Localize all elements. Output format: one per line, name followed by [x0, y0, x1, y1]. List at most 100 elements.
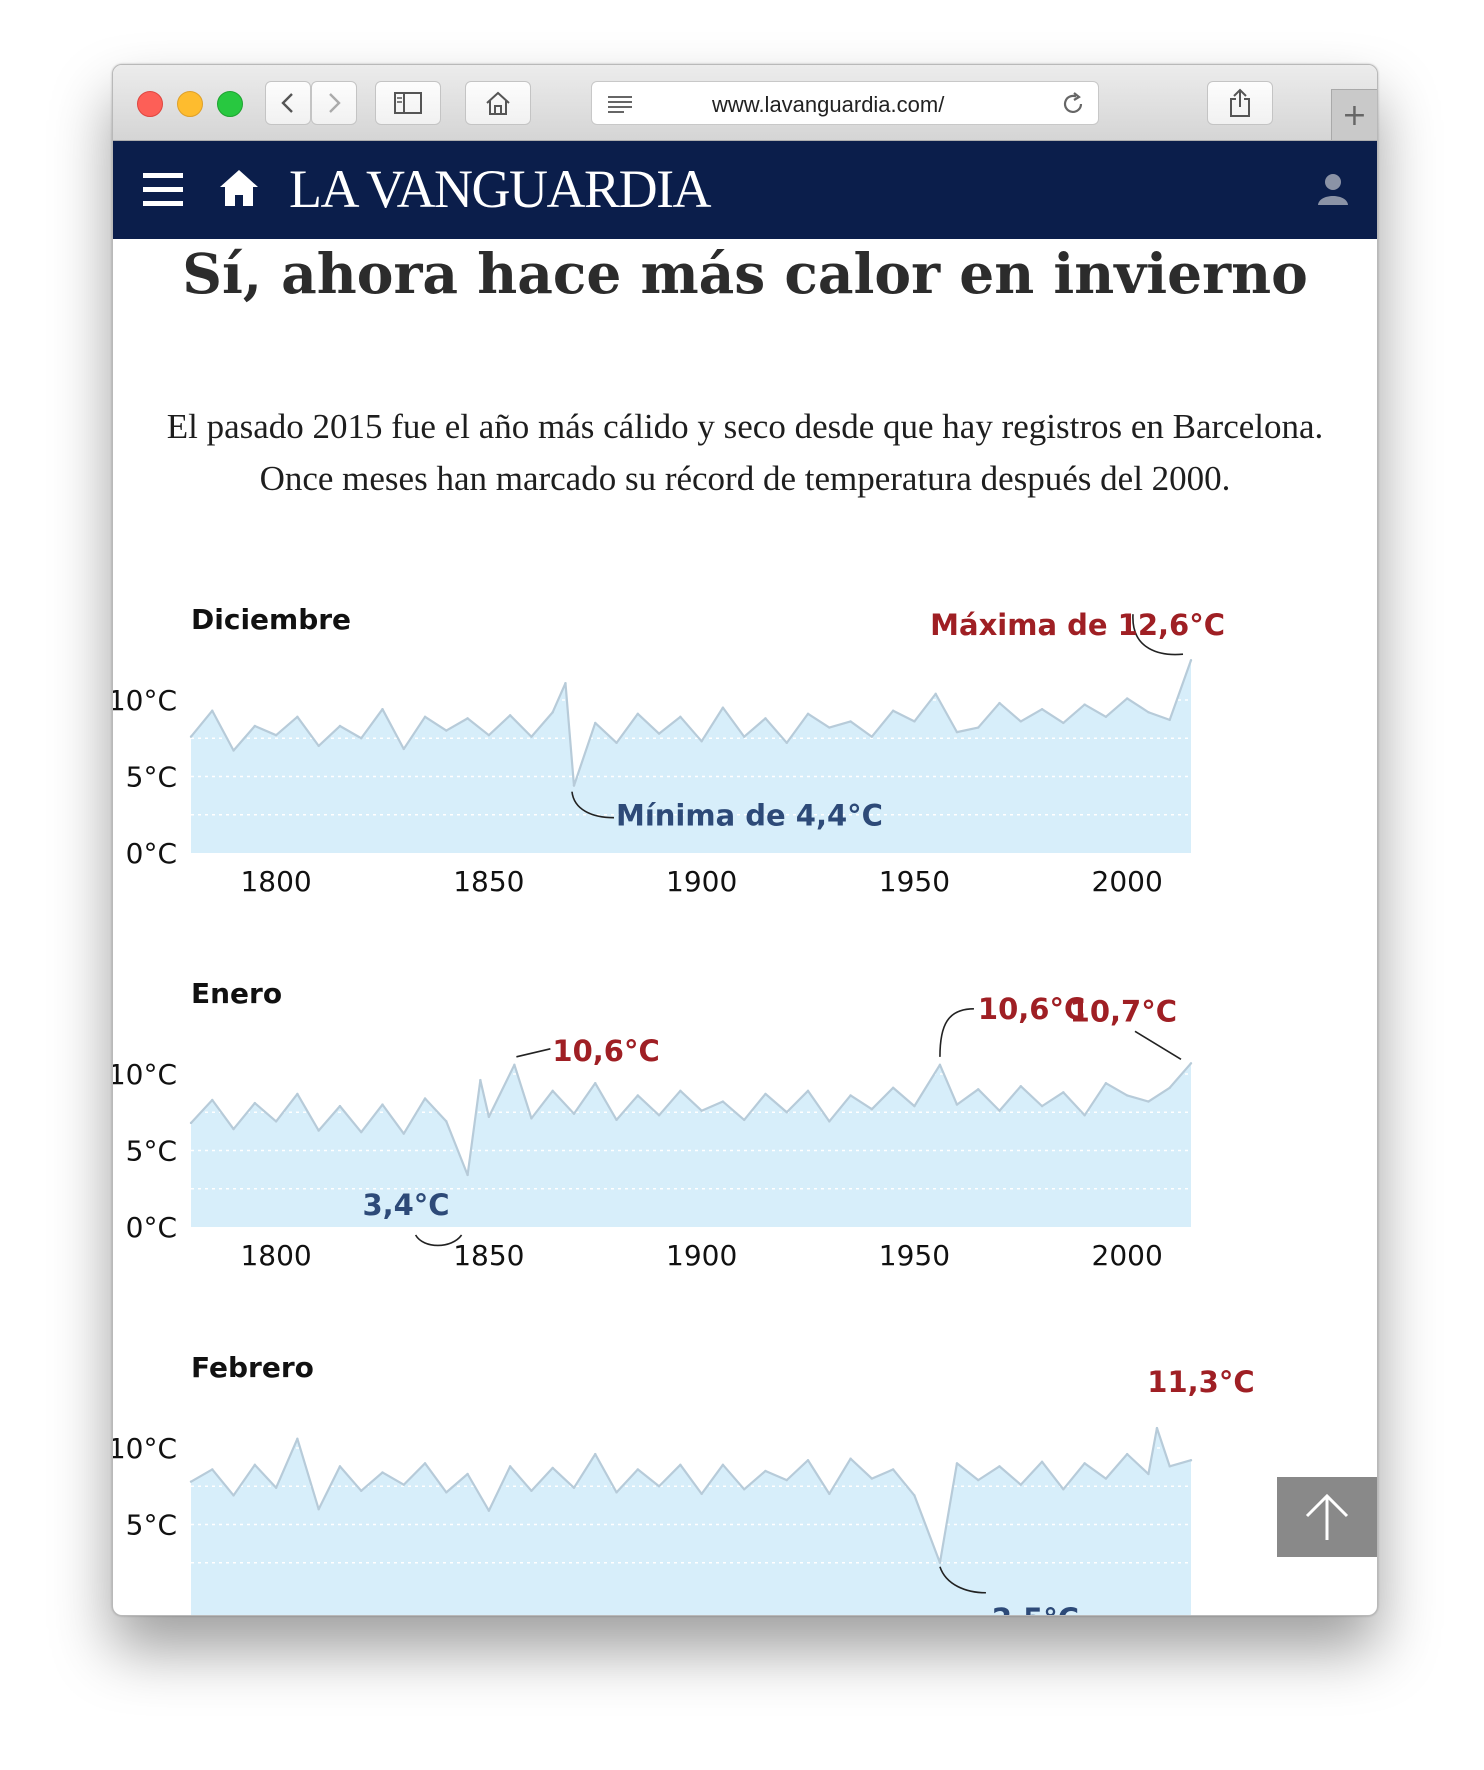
sidebar-icon: [394, 92, 422, 114]
data-point: [232, 1494, 235, 1497]
y-tick-label: 5°C: [126, 1135, 177, 1168]
data-point: [1019, 720, 1022, 723]
y-tick-label: 0°C: [126, 1211, 177, 1244]
data-point: [189, 735, 193, 738]
data-point: [466, 1173, 469, 1177]
sidebar-button[interactable]: [375, 81, 441, 125]
data-point: [530, 1117, 533, 1120]
data-point: [296, 1092, 299, 1096]
data-point: [253, 1463, 257, 1467]
data-point: [551, 1089, 554, 1093]
data-point: [487, 733, 491, 737]
data-point: [530, 1489, 533, 1493]
data-point: [955, 1462, 959, 1465]
url-text[interactable]: www.lavanguardia.com/: [712, 92, 1042, 118]
data-point: [317, 1129, 320, 1132]
series-area: [191, 1063, 1191, 1227]
data-point: [891, 1086, 895, 1089]
share-icon: [1230, 88, 1250, 117]
close-window-button[interactable]: [137, 91, 163, 117]
y-tick-label: 5°C: [126, 1509, 177, 1542]
data-point: [1155, 1426, 1159, 1430]
user-account-icon[interactable]: [1315, 171, 1351, 207]
data-point: [508, 714, 512, 717]
data-point: [1083, 703, 1086, 706]
data-point: [1062, 721, 1065, 725]
data-point: [445, 1120, 448, 1123]
data-point: [764, 1092, 767, 1096]
article-lead: El pasado 2015 fue el año más cálido y s…: [166, 407, 1324, 498]
minimize-window-button[interactable]: [177, 91, 203, 117]
data-point: [1104, 715, 1108, 719]
data-point: [338, 724, 342, 728]
data-point: [764, 1469, 767, 1473]
data-point: [1168, 718, 1171, 722]
x-tick-label: 1900: [666, 1239, 737, 1272]
data-point: [296, 715, 299, 719]
data-point: [785, 1111, 788, 1114]
data-point: [564, 681, 567, 685]
new-tab-button[interactable]: +: [1331, 89, 1377, 140]
data-point: [1189, 1459, 1193, 1462]
min-annotation: 2,5°C: [992, 1602, 1079, 1616]
data-point: [934, 692, 937, 696]
data-point: [551, 711, 554, 714]
data-point: [572, 1112, 576, 1115]
data-point: [938, 1063, 942, 1067]
data-point: [211, 1098, 214, 1102]
data-point: [870, 1477, 874, 1480]
data-point: [1040, 1104, 1044, 1108]
series-area: [191, 1428, 1191, 1615]
data-point: [849, 1457, 852, 1460]
forward-button[interactable]: [311, 81, 357, 125]
home-button[interactable]: [465, 81, 531, 125]
data-point: [1104, 1477, 1108, 1480]
zoom-window-button[interactable]: [217, 91, 243, 117]
data-point: [806, 1459, 810, 1462]
y-tick-label: 5°C: [126, 761, 177, 794]
data-point: [657, 1485, 661, 1488]
site-logo[interactable]: LA VANGUARDIA: [289, 159, 712, 219]
data-point: [891, 1468, 895, 1471]
back-button[interactable]: [265, 81, 311, 125]
data-point: [636, 712, 640, 715]
data-point: [211, 1468, 214, 1471]
home-icon[interactable]: [219, 169, 259, 207]
y-tick-label: 10°C: [112, 684, 177, 717]
data-point: [274, 1486, 278, 1489]
x-tick-label: 1950: [879, 865, 950, 898]
annotation-connector: [1134, 1030, 1182, 1060]
address-bar[interactable]: www.lavanguardia.com/: [591, 81, 1099, 125]
data-point: [423, 1097, 427, 1100]
site-header: LA VANGUARDIA: [113, 141, 1377, 239]
browser-window: www.lavanguardia.com/ + LA VANGUARDIA Sí…: [112, 64, 1378, 1616]
data-point: [615, 1491, 618, 1494]
data-point: [360, 737, 363, 740]
data-point: [508, 1465, 512, 1468]
data-point: [466, 1472, 469, 1476]
hamburger-menu-icon[interactable]: [143, 173, 183, 207]
scroll-to-top-button[interactable]: [1277, 1477, 1377, 1557]
reload-icon[interactable]: [1060, 91, 1086, 117]
data-point: [657, 1114, 661, 1117]
data-point: [232, 1127, 235, 1131]
data-point: [1125, 1094, 1129, 1097]
data-point: [828, 726, 831, 729]
data-point: [1104, 1081, 1108, 1085]
data-point: [338, 1465, 342, 1468]
data-point: [977, 726, 980, 729]
reader-view-icon[interactable]: [606, 94, 634, 114]
data-point: [1189, 1062, 1193, 1065]
share-button[interactable]: [1207, 81, 1273, 125]
y-tick-label: 0°C: [126, 837, 177, 870]
data-point: [1125, 697, 1129, 700]
data-point: [913, 1104, 916, 1108]
data-point: [913, 1494, 916, 1497]
data-point: [402, 747, 405, 751]
data-point: [594, 721, 597, 725]
data-point: [360, 1489, 363, 1493]
data-point: [636, 1468, 640, 1471]
data-point: [806, 712, 810, 715]
chart-january: 0°C5°C10°C1800 1850 1900 1950 200010,6°C10,6…: [113, 992, 1193, 1272]
data-point: [1168, 1086, 1171, 1089]
